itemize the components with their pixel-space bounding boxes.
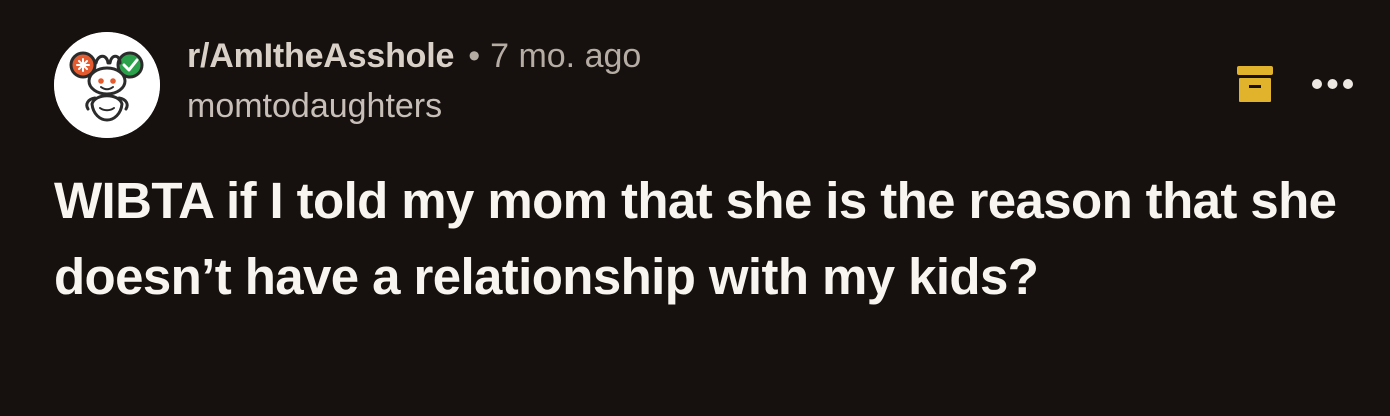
post-meta-line: r/AmItheAsshole • 7 mo. ago	[187, 39, 641, 73]
subreddit-link[interactable]: r/AmItheAsshole	[187, 39, 454, 73]
post-age: 7 mo. ago	[490, 37, 642, 75]
post-meta: r/AmItheAsshole • 7 mo. ago momtodaughte…	[187, 39, 641, 123]
post-title[interactable]: WIBTA if I told my mom that she is the r…	[54, 163, 1350, 315]
archive-box-icon	[1237, 66, 1273, 102]
subreddit-avatar[interactable]	[54, 32, 160, 138]
meta-separator: •	[468, 37, 481, 75]
archive-button[interactable]	[1237, 66, 1273, 102]
post-author-link[interactable]: momtodaughters	[187, 89, 641, 123]
more-options-button[interactable]	[1311, 78, 1354, 90]
more-horizontal-icon	[1312, 79, 1353, 89]
post-actions	[1237, 66, 1354, 102]
reddit-post-card: r/AmItheAsshole • 7 mo. ago momtodaughte…	[0, 0, 1390, 416]
